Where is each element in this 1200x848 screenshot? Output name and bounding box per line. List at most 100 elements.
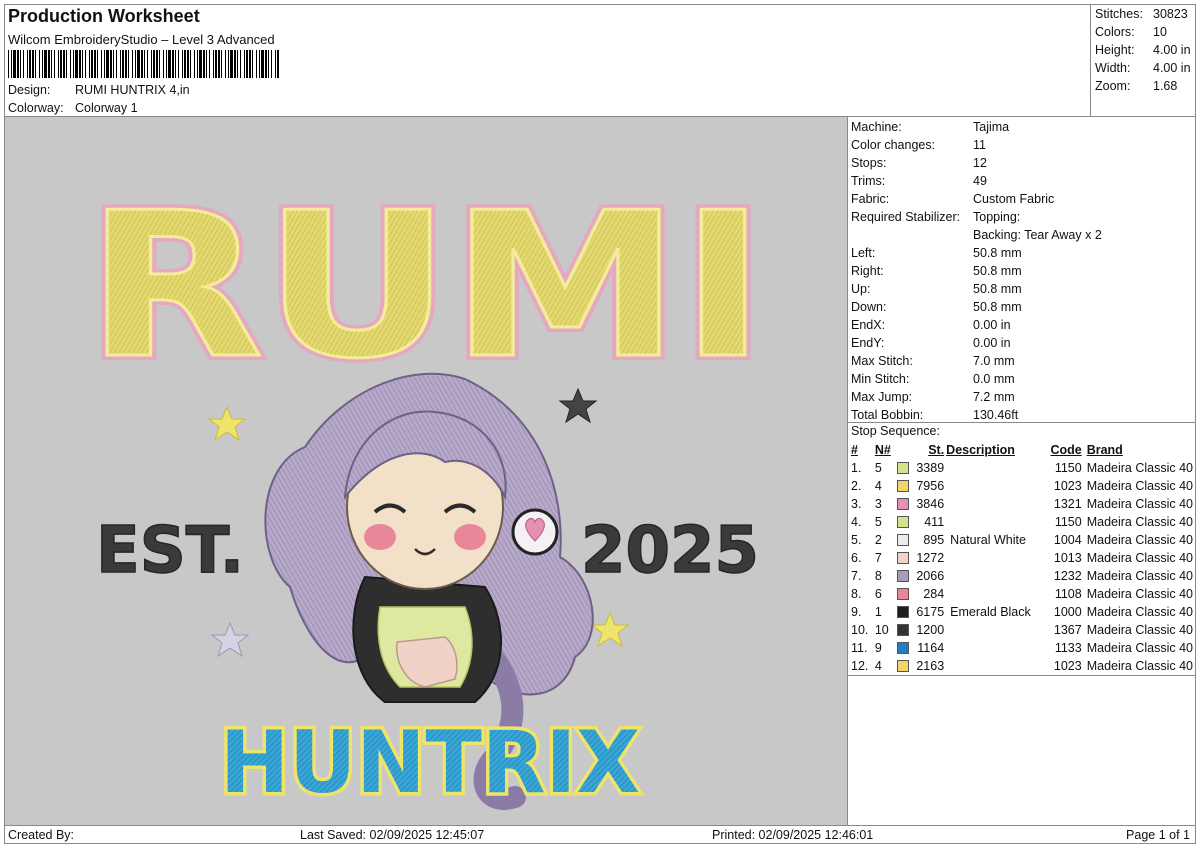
stat-label: Stitches: <box>1095 7 1143 21</box>
info-label: Required Stabilizer: <box>851 210 961 224</box>
seq-needle: 10 <box>874 623 889 637</box>
seq-stitches: 411 <box>924 515 945 529</box>
info-value: 50.8 mm <box>973 246 1022 260</box>
info-row: Up: 50.8 mm <box>851 280 1102 298</box>
seq-stitches: 7956 <box>916 479 945 493</box>
info-row: Fabric: Custom Fabric <box>851 190 1102 208</box>
seq-brand: Madeira Classic 40 <box>1086 533 1193 547</box>
seq-num: 11. <box>851 641 868 655</box>
sequence-row: 11. 9 1164 1133 Madeira Classic 40 <box>851 639 1193 657</box>
star-yellow-left <box>207 405 247 442</box>
info-value: 0.0 mm <box>973 372 1015 386</box>
info-label: Stops: <box>851 156 887 170</box>
machine-info-table: Machine: Tajima Color changes: 11 Stops: 1… <box>851 118 1102 424</box>
seq-description <box>946 657 1042 675</box>
stop-sequence-title: Stop Sequence: <box>851 424 940 438</box>
info-label: Down: <box>851 300 887 314</box>
seq-needle: 5 <box>874 461 882 475</box>
color-swatch <box>896 606 909 618</box>
info-value: Custom Fabric <box>973 192 1055 206</box>
seq-brand: Madeira Classic 40 <box>1086 569 1193 583</box>
info-label: Max Stitch: <box>851 354 913 368</box>
info-value: 0.00 in <box>973 318 1011 332</box>
info-row: Right: 50.8 mm <box>851 262 1102 280</box>
seq-brand: Madeira Classic 40 <box>1086 551 1193 565</box>
seq-description <box>946 459 1042 477</box>
sequence-row: 12. 4 2163 1023 Madeira Classic 40 <box>851 657 1193 675</box>
stat-value: 4.00 in <box>1153 61 1191 75</box>
info-label: Fabric: <box>851 192 890 206</box>
sequence-row: 6. 7 1272 1013 Madeira Classic 40 <box>851 549 1193 567</box>
color-swatch <box>896 534 909 546</box>
seq-description <box>946 549 1042 567</box>
seq-needle: 7 <box>874 551 882 565</box>
stats-table: Stitches: 30823 Colors: 10 Height: 4.00 in… <box>1095 5 1191 95</box>
seq-code: 1013 <box>1053 551 1082 565</box>
seq-stitches: 1272 <box>916 551 945 565</box>
info-row: Machine: Tajima <box>851 118 1102 136</box>
seq-stitches: 895 <box>923 533 945 547</box>
stat-value: 4.00 in <box>1153 43 1191 57</box>
info-row: Max Stitch: 7.0 mm <box>851 352 1102 370</box>
seq-num: 6. <box>851 551 862 565</box>
page-number: Page 1 of 1 <box>1126 828 1190 842</box>
stat-row: Stitches: 30823 <box>1095 5 1191 23</box>
seq-needle: 4 <box>874 479 882 493</box>
seq-brand: Madeira Classic 40 <box>1086 605 1193 619</box>
col-code: Code <box>1050 443 1082 457</box>
info-value: 49 <box>973 174 987 188</box>
info-value: Topping: <box>973 210 1021 224</box>
seq-needle: 3 <box>874 497 882 511</box>
sequence-divider <box>848 675 1196 676</box>
info-divider <box>848 422 1196 423</box>
color-swatch <box>896 552 909 564</box>
seq-num: 7. <box>851 569 862 583</box>
seq-stitches: 284 <box>923 587 945 601</box>
seq-brand: Madeira Classic 40 <box>1086 479 1193 493</box>
info-row: Stops: 12 <box>851 154 1102 172</box>
info-row: Min Stitch: 0.0 mm <box>851 370 1102 388</box>
col-brand: Brand <box>1086 443 1123 457</box>
seq-num: 1. <box>851 461 862 475</box>
seq-code: 1133 <box>1054 641 1082 655</box>
footer: Created By: Last Saved: 02/09/2025 12:45… <box>4 825 1196 845</box>
sequence-row: 7. 8 2066 1232 Madeira Classic 40 <box>851 567 1193 585</box>
color-swatch <box>896 624 909 636</box>
sequence-row: 1. 5 3389 1150 Madeira Classic 40 <box>851 459 1193 477</box>
rumi-text-outline: RUMI <box>86 170 766 403</box>
last-saved: Last Saved: 02/09/2025 12:45:07 <box>300 828 485 842</box>
seq-description <box>946 621 1042 639</box>
color-swatch <box>896 462 909 474</box>
col-st: St. <box>928 443 945 457</box>
seq-brand: Madeira Classic 40 <box>1086 659 1193 673</box>
info-label: Left: <box>851 246 876 260</box>
seq-description <box>946 567 1042 585</box>
seq-num: 4. <box>851 515 862 529</box>
seq-brand: Madeira Classic 40 <box>1086 587 1193 601</box>
seq-brand: Madeira Classic 40 <box>1086 623 1193 637</box>
seq-description: Natural White <box>950 533 1026 547</box>
info-label: Color changes: <box>851 138 936 152</box>
seq-description <box>946 513 1042 531</box>
seq-needle: 6 <box>874 587 882 601</box>
stat-label: Height: <box>1095 43 1135 57</box>
seq-brand: Madeira Classic 40 <box>1086 515 1193 529</box>
stat-row: Height: 4.00 in <box>1095 41 1191 59</box>
sequence-row: 2. 4 7956 1023 Madeira Classic 40 <box>851 477 1193 495</box>
barcode <box>8 50 279 78</box>
seq-num: 3. <box>851 497 862 511</box>
seq-brand: Madeira Classic 40 <box>1086 497 1193 511</box>
seq-stitches: 2163 <box>916 659 945 673</box>
seq-needle: 5 <box>874 515 882 529</box>
seq-stitches: 2066 <box>916 569 945 583</box>
seq-num: 12. <box>851 659 869 673</box>
info-row: Color changes: 11 <box>851 136 1102 154</box>
info-row: Down: 50.8 mm <box>851 298 1102 316</box>
seq-stitches: 3389 <box>916 461 945 475</box>
info-row: EndX: 0.00 in <box>851 316 1102 334</box>
info-row: Trims: 49 <box>851 172 1102 190</box>
color-swatch <box>896 588 909 600</box>
stat-label: Colors: <box>1095 25 1135 39</box>
printed-date: Printed: 02/09/2025 12:46:01 <box>712 828 874 842</box>
color-swatch <box>896 660 909 672</box>
